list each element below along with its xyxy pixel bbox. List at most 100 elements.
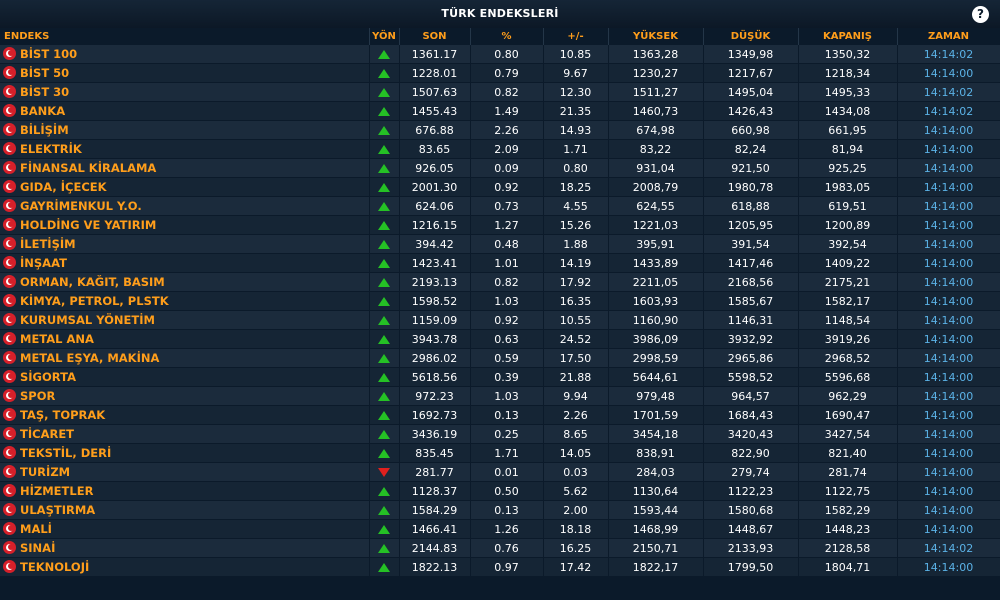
index-name-cell[interactable]: TEKNOLOJİ <box>0 557 370 577</box>
low-value: 2965,86 <box>703 348 799 368</box>
table-row[interactable]: METAL ANA 3943.78 0.63 24.52 3986,09 3932,92 3… <box>0 329 1000 349</box>
table-row[interactable]: BİST 50 1228.01 0.79 9.67 1230,27 1217,67 1218… <box>0 63 1000 83</box>
last-value: 1598.52 <box>399 291 471 311</box>
turkish-flag-icon <box>3 313 16 326</box>
direction-cell <box>369 310 400 330</box>
index-name-cell[interactable]: SPOR <box>0 386 370 406</box>
turkish-flag-icon <box>3 484 16 497</box>
col-header-son[interactable]: SON <box>399 28 471 45</box>
table-row[interactable]: KURUMSAL YÖNETİM 1159.09 0.92 10.55 1160,90 1… <box>0 310 1000 330</box>
index-name-cell[interactable]: İLETİŞİM <box>0 234 370 254</box>
table-row[interactable]: BANKA 1455.43 1.49 21.35 1460,73 1426,43 1434,… <box>0 101 1000 121</box>
index-name-cell[interactable]: MALİ <box>0 519 370 539</box>
update-time: 14:14:00 <box>897 272 1000 292</box>
col-header-low[interactable]: DÜŞÜK <box>703 28 799 45</box>
high-value: 979,48 <box>608 386 704 406</box>
index-name-cell[interactable]: ULAŞTIRMA <box>0 500 370 520</box>
index-name-cell[interactable]: HİZMETLER <box>0 481 370 501</box>
index-name-cell[interactable]: KİMYA, PETROL, PLSTK <box>0 291 370 311</box>
table-row[interactable]: KİMYA, PETROL, PLSTK 1598.52 1.03 16.35 1603… <box>0 291 1000 311</box>
col-header-change[interactable]: +/- <box>543 28 609 45</box>
index-name-cell[interactable]: ELEKTRİK <box>0 139 370 159</box>
table-row[interactable]: BİST 30 1507.63 0.82 12.30 1511,27 1495,04 149… <box>0 82 1000 102</box>
table-row[interactable]: ORMAN, KAĞIT, BASIM 2193.13 0.82 17.92 2211,… <box>0 272 1000 292</box>
col-header-high[interactable]: YÜKSEK <box>608 28 704 45</box>
table-row[interactable]: SİGORTA 5618.56 0.39 21.88 5644,61 5598,52 559… <box>0 367 1000 387</box>
table-row[interactable]: FİNANSAL KİRALAMA 926.05 0.09 0.80 931,04 921… <box>0 158 1000 178</box>
table-row[interactable]: TEKNOLOJİ 1822.13 0.97 17.42 1822,17 1799,50 1… <box>0 557 1000 577</box>
close-value: 2175,21 <box>798 272 898 292</box>
table-row[interactable]: BİST 100 1361.17 0.80 10.85 1363,28 1349,98 13… <box>0 45 1000 64</box>
table-row[interactable]: ELEKTRİK 83.65 2.09 1.71 83,22 82,24 81,94 14:1… <box>0 139 1000 159</box>
update-time: 14:14:00 <box>897 196 1000 216</box>
table-row[interactable]: SINAİ 2144.83 0.76 16.25 2150,71 2133,93 2128,… <box>0 538 1000 558</box>
close-value: 1350,32 <box>798 45 898 64</box>
up-arrow-icon <box>378 50 390 59</box>
col-header-endeks[interactable]: ENDEKS <box>0 28 370 45</box>
point-change: 12.30 <box>543 82 609 102</box>
direction-cell <box>369 139 400 159</box>
index-name-cell[interactable]: BİST 50 <box>0 63 370 83</box>
index-name-cell[interactable]: KURUMSAL YÖNETİM <box>0 310 370 330</box>
index-name-cell[interactable]: ORMAN, KAĞIT, BASIM <box>0 272 370 292</box>
index-name-cell[interactable]: TEKSTİL, DERİ <box>0 443 370 463</box>
close-value: 1690,47 <box>798 405 898 425</box>
turkish-flag-icon <box>3 541 16 554</box>
last-value: 1216.15 <box>399 215 471 235</box>
col-header-pct[interactable]: % <box>470 28 544 45</box>
help-icon[interactable]: ? <box>972 6 989 23</box>
col-header-yon[interactable]: YÖN <box>369 28 400 45</box>
table-row[interactable]: İLETİŞİM 394.42 0.48 1.88 395,91 391,54 392,54… <box>0 234 1000 254</box>
index-name-cell[interactable]: METAL ANA <box>0 329 370 349</box>
index-name-cell[interactable]: GIDA, İÇECEK <box>0 177 370 197</box>
col-header-close[interactable]: KAPANIŞ <box>798 28 898 45</box>
close-value: 619,51 <box>798 196 898 216</box>
index-name: HİZMETLER <box>20 484 94 498</box>
index-name-cell[interactable]: İNŞAAT <box>0 253 370 273</box>
percent-change: 0.63 <box>470 329 544 349</box>
panel-title: TÜRK ENDEKSLERİ <box>441 7 559 20</box>
update-time: 14:14:02 <box>897 538 1000 558</box>
close-value: 1495,33 <box>798 82 898 102</box>
table-row[interactable]: ULAŞTIRMA 1584.29 0.13 2.00 1593,44 1580,68 15… <box>0 500 1000 520</box>
table-row[interactable]: TEKSTİL, DERİ 835.45 1.71 14.05 838,91 822,90… <box>0 443 1000 463</box>
index-name-cell[interactable]: GAYRİMENKUL Y.O. <box>0 196 370 216</box>
last-value: 972.23 <box>399 386 471 406</box>
table-row[interactable]: HOLDİNG VE YATIRIM 1216.15 1.27 15.26 1221,0… <box>0 215 1000 235</box>
index-name-cell[interactable]: HOLDİNG VE YATIRIM <box>0 215 370 235</box>
turkish-flag-icon <box>3 256 16 269</box>
table-row[interactable]: TAŞ, TOPRAK 1692.73 0.13 2.26 1701,59 1684,43… <box>0 405 1000 425</box>
index-name-cell[interactable]: TAŞ, TOPRAK <box>0 405 370 425</box>
percent-change: 0.92 <box>470 310 544 330</box>
table-row[interactable]: METAL EŞYA, MAKİNA 2986.02 0.59 17.50 2998,5… <box>0 348 1000 368</box>
index-name-cell[interactable]: BANKA <box>0 101 370 121</box>
high-value: 674,98 <box>608 120 704 140</box>
table-row[interactable]: TİCARET 3436.19 0.25 8.65 3454,18 3420,43 3427… <box>0 424 1000 444</box>
table-row[interactable]: İNŞAAT 1423.41 1.01 14.19 1433,89 1417,46 1409… <box>0 253 1000 273</box>
index-name-cell[interactable]: FİNANSAL KİRALAMA <box>0 158 370 178</box>
index-name-cell[interactable]: BİST 30 <box>0 82 370 102</box>
table-row[interactable]: BİLİŞİM 676.88 2.26 14.93 674,98 660,98 661,95… <box>0 120 1000 140</box>
update-time: 14:14:00 <box>897 158 1000 178</box>
up-arrow-icon <box>378 88 390 97</box>
table-row[interactable]: TURİZM 281.77 0.01 0.03 284,03 279,74 281,74 14… <box>0 462 1000 482</box>
index-name-cell[interactable]: BİLİŞİM <box>0 120 370 140</box>
table-row[interactable]: GAYRİMENKUL Y.O. 624.06 0.73 4.55 624,55 618,… <box>0 196 1000 216</box>
point-change: 17.42 <box>543 557 609 577</box>
index-name-cell[interactable]: SINAİ <box>0 538 370 558</box>
up-arrow-icon <box>378 525 390 534</box>
index-name-cell[interactable]: METAL EŞYA, MAKİNA <box>0 348 370 368</box>
index-name-cell[interactable]: TİCARET <box>0 424 370 444</box>
turkish-flag-icon <box>3 66 16 79</box>
percent-change: 0.01 <box>470 462 544 482</box>
high-value: 2211,05 <box>608 272 704 292</box>
turkish-flag-icon <box>3 446 16 459</box>
table-row[interactable]: MALİ 1466.41 1.26 18.18 1468,99 1448,67 1448,2… <box>0 519 1000 539</box>
index-name-cell[interactable]: BİST 100 <box>0 45 370 64</box>
index-name-cell[interactable]: TURİZM <box>0 462 370 482</box>
index-name-cell[interactable]: SİGORTA <box>0 367 370 387</box>
table-row[interactable]: GIDA, İÇECEK 2001.30 0.92 18.25 2008,79 1980,… <box>0 177 1000 197</box>
table-row[interactable]: SPOR 972.23 1.03 9.94 979,48 964,57 962,29 14:1… <box>0 386 1000 406</box>
col-header-time[interactable]: ZAMAN <box>897 28 1000 45</box>
table-row[interactable]: HİZMETLER 1128.37 0.50 5.62 1130,64 1122,23 11… <box>0 481 1000 501</box>
